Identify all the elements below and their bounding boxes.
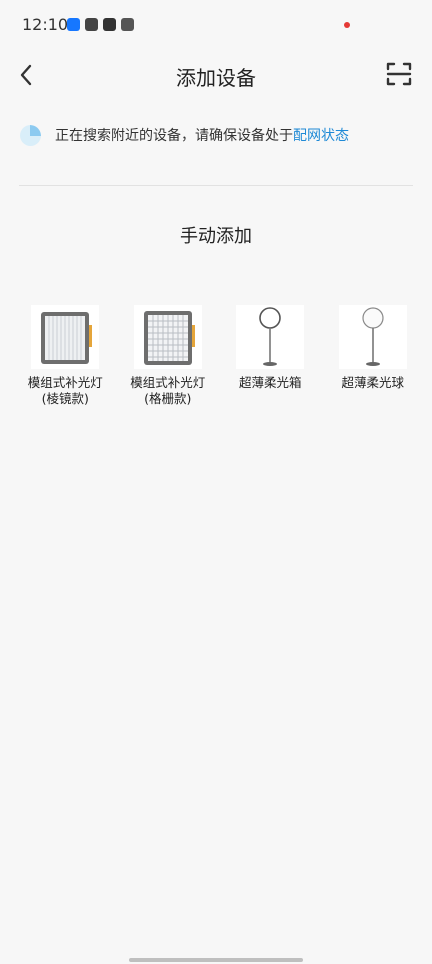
mail-icon <box>121 18 134 31</box>
device-item-grid-panel[interactable]: 模组式补光灯 (格栅款) <box>117 305 220 407</box>
device-name-line1: 模组式补光灯 <box>130 375 206 390</box>
page-title: 添加设备 <box>176 66 256 90</box>
home-indicator[interactable] <box>129 958 303 962</box>
pairing-mode-link[interactable]: 配网状态 <box>293 128 349 144</box>
searching-text: 正在搜索附近的设备，请确保设备处于配网状态 <box>55 125 349 145</box>
divider <box>19 185 413 186</box>
device-name-line1: 模组式补光灯 <box>27 375 103 390</box>
app-link-icon <box>85 18 98 31</box>
status-bar: 12:10 <box>0 0 432 50</box>
device-name-line2: (棱镜款) <box>41 391 89 406</box>
notification-icons <box>67 18 134 31</box>
panel-light-prism-icon <box>31 305 100 369</box>
device-grid: 模组式补光灯 (棱镜款) 模组式补光灯 (格栅款) 超薄柔光箱 超薄柔光球 <box>14 305 424 407</box>
searching-message: 正在搜索附近的设备，请确保设备处于 <box>55 128 293 144</box>
nav-bar: 添加设备 <box>0 52 432 98</box>
searching-spinner-icon <box>20 124 41 146</box>
device-name: 模组式补光灯 (格栅款) <box>130 375 205 407</box>
ring-softbox-stand-icon <box>236 305 305 369</box>
device-name: 超薄柔光箱 <box>239 375 302 391</box>
device-name-line1: 超薄柔光球 <box>341 375 404 390</box>
device-name-line2: (格栅款) <box>144 391 192 406</box>
device-name: 模组式补光灯 (棱镜款) <box>28 375 103 407</box>
device-name: 超薄柔光球 <box>341 375 404 391</box>
searching-banner: 正在搜索附近的设备，请确保设备处于配网状态 <box>20 122 420 148</box>
panel-light-grid-icon <box>133 305 202 369</box>
play-icon <box>103 18 116 31</box>
ball-light-stand-icon <box>338 305 407 369</box>
recording-indicator-icon <box>344 22 350 28</box>
manual-add-title: 手动添加 <box>180 226 252 247</box>
device-item-softball[interactable]: 超薄柔光球 <box>322 305 425 407</box>
alipay-icon <box>67 18 80 31</box>
scan-button[interactable] <box>385 60 413 88</box>
status-time: 12:10 <box>22 15 69 34</box>
scan-icon <box>386 62 412 86</box>
device-item-softbox[interactable]: 超薄柔光箱 <box>219 305 322 407</box>
device-item-prism-panel[interactable]: 模组式补光灯 (棱镜款) <box>14 305 117 407</box>
device-name-line1: 超薄柔光箱 <box>238 375 302 390</box>
